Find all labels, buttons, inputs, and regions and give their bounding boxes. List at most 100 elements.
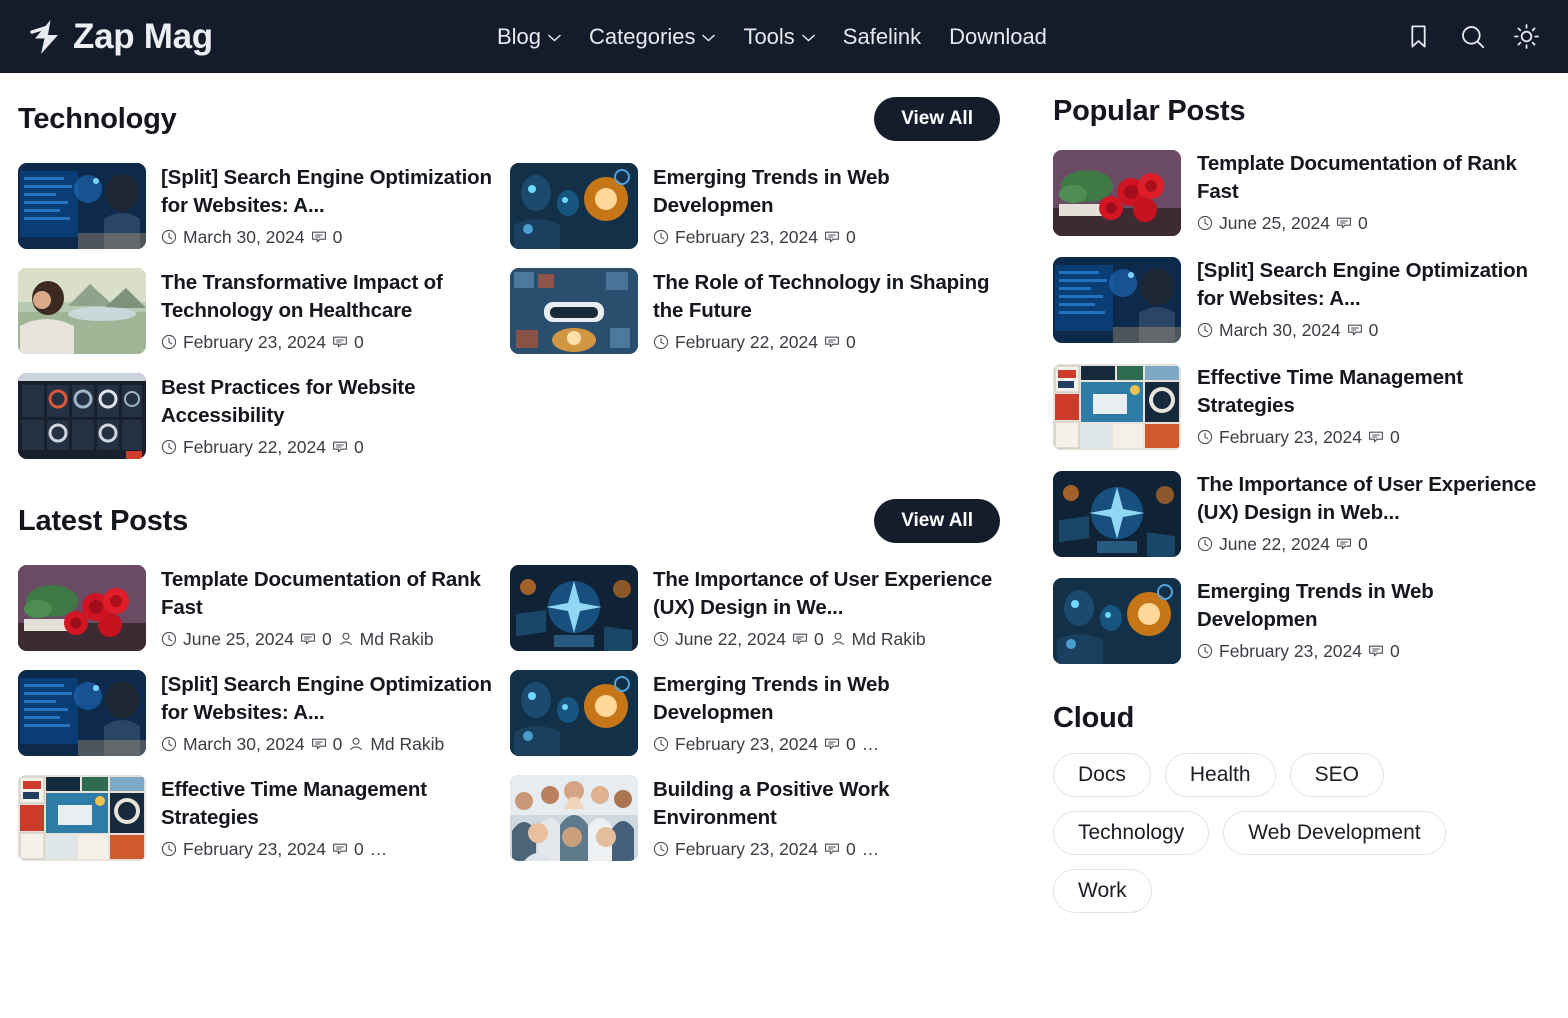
post-comments-count: 0 — [813, 628, 824, 649]
productivity-poster-collage-image — [18, 775, 146, 861]
tag-web-development[interactable]: Web Development — [1223, 811, 1446, 855]
header-icon-group — [1405, 23, 1540, 50]
view-all-button-latest-posts[interactable]: View All — [874, 499, 1000, 543]
post-title[interactable]: Emerging Trends in Web Developmen — [653, 164, 1000, 220]
post-date-text: February 23, 2024 — [1219, 640, 1363, 661]
post-title[interactable]: Template Documentation of Rank Fast — [1197, 150, 1546, 206]
post-comments: 0 — [824, 332, 856, 353]
post-card[interactable]: Emerging Trends in Web Developmen Februa… — [510, 661, 1000, 766]
theme-toggle-sun-icon[interactable] — [1513, 23, 1540, 50]
post-card[interactable]: The Transformative Impact of Technology … — [18, 259, 508, 364]
post-card[interactable]: Effective Time Management Strategies Feb… — [18, 766, 508, 871]
post-title[interactable]: The Transformative Impact of Technology … — [161, 269, 508, 325]
view-all-button-technology[interactable]: View All — [874, 97, 1000, 141]
user-icon — [831, 633, 844, 646]
clock-icon — [1197, 216, 1213, 231]
post-body: The Importance of User Experience (UX) D… — [653, 565, 1000, 650]
bookmark-icon[interactable] — [1405, 23, 1432, 50]
post-comments: 0 — [1336, 534, 1368, 555]
comment-bubble-icon — [1369, 645, 1383, 657]
popular-posts-list: Template Documentation of Rank Fast June… — [1053, 140, 1546, 675]
comment-bubble-icon — [311, 231, 326, 243]
post-title[interactable]: The Role of Technology in Shaping the Fu… — [653, 269, 1000, 325]
post-card[interactable]: Building a Positive Work Environment Feb… — [510, 766, 1000, 871]
post-author-name: Md Rakib — [359, 628, 434, 649]
post-title[interactable]: Emerging Trends in Web Developmen — [653, 671, 1000, 727]
post-comments-count: 0 — [846, 838, 856, 859]
developer-at-monitors-image — [18, 163, 146, 249]
post-body: Effective Time Management Strategies Feb… — [161, 775, 508, 860]
post-title[interactable]: Building a Positive Work Environment — [653, 776, 1000, 832]
clock-icon — [161, 737, 177, 752]
list-item-body: [Split] Search Engine Optimization for W… — [1197, 257, 1546, 341]
tag-work[interactable]: Work — [1053, 869, 1152, 913]
post-meta: February 23, 2024 0 … — [653, 839, 1000, 860]
post-comments: 0 — [311, 734, 342, 755]
list-item[interactable]: Emerging Trends in Web Developmen Februa… — [1053, 568, 1546, 675]
list-item[interactable]: Effective Time Management Strategies Feb… — [1053, 354, 1546, 461]
post-title[interactable]: Template Documentation of Rank Fast — [161, 566, 508, 622]
post-comments: 0 — [824, 734, 856, 755]
post-date-text: March 30, 2024 — [183, 226, 305, 247]
search-icon[interactable] — [1459, 23, 1486, 50]
list-item-body: Effective Time Management Strategies Feb… — [1197, 364, 1546, 448]
post-comments: 0 — [1368, 641, 1400, 662]
nav-label: Safelink — [842, 23, 922, 49]
clock-icon — [161, 440, 177, 455]
post-meta: June 22, 2024 0 — [1197, 534, 1546, 555]
post-date-text: February 23, 2024 — [1219, 426, 1363, 447]
post-card[interactable]: [Split] Search Engine Optimization for W… — [18, 661, 508, 766]
clock-icon — [653, 230, 669, 245]
tag-technology[interactable]: Technology — [1053, 811, 1210, 855]
post-body: Template Documentation of Rank Fast June… — [161, 565, 508, 650]
brand-logo[interactable]: Zap Mag — [30, 17, 213, 57]
post-comments-count: 0 — [1390, 426, 1400, 447]
list-item[interactable]: Template Documentation of Rank Fast June… — [1053, 140, 1546, 247]
nav-item-tools[interactable]: Tools — [743, 24, 815, 50]
post-title[interactable]: Emerging Trends in Web Developmen — [1197, 578, 1546, 634]
list-item[interactable]: The Importance of User Experience (UX) D… — [1053, 461, 1546, 568]
post-title[interactable]: The Importance of User Experience (UX) D… — [653, 566, 1000, 622]
post-card[interactable]: The Role of Technology in Shaping the Fu… — [510, 259, 1000, 364]
post-body: The Role of Technology in Shaping the Fu… — [653, 268, 1000, 353]
post-card[interactable]: Template Documentation of Rank Fast June… — [18, 556, 508, 661]
post-comments-count: 0 — [354, 838, 364, 859]
nav-item-categories[interactable]: Categories — [589, 24, 716, 50]
post-thumbnail — [1053, 364, 1181, 450]
post-comments-count: 0 — [354, 331, 364, 352]
post-comments-count: 0 — [321, 628, 332, 649]
post-title[interactable]: [Split] Search Engine Optimization for W… — [161, 671, 508, 727]
list-item-body: Template Documentation of Rank Fast June… — [1197, 150, 1546, 234]
tag-seo[interactable]: SEO — [1289, 753, 1384, 797]
list-item[interactable]: [Split] Search Engine Optimization for W… — [1053, 247, 1546, 354]
post-title[interactable]: Effective Time Management Strategies — [1197, 364, 1546, 420]
post-author: Md Rakib — [348, 734, 444, 755]
post-title[interactable]: The Importance of User Experience (UX) D… — [1197, 471, 1546, 527]
post-date-text: March 30, 2024 — [1219, 319, 1341, 340]
post-comments-count: 0 — [846, 733, 856, 754]
post-thumbnail — [18, 373, 146, 459]
tag-docs[interactable]: Docs — [1053, 753, 1151, 797]
post-card[interactable]: Emerging Trends in Web Developmen Februa… — [510, 154, 1000, 259]
comment-bubble-icon — [825, 738, 839, 750]
post-title[interactable]: [Split] Search Engine Optimization for W… — [161, 164, 508, 220]
post-date: February 23, 2024 — [653, 227, 818, 248]
post-card[interactable]: [Split] Search Engine Optimization for W… — [18, 154, 508, 259]
post-title[interactable]: Effective Time Management Strategies — [161, 776, 508, 832]
post-body: Emerging Trends in Web Developmen Februa… — [653, 670, 1000, 755]
post-thumbnail — [1053, 578, 1181, 664]
tag-health[interactable]: Health — [1164, 753, 1276, 797]
post-title[interactable]: [Split] Search Engine Optimization for W… — [1197, 257, 1546, 313]
post-title[interactable]: Best Practices for Website Accessibility — [161, 374, 508, 430]
sidebar-title-cloud: Cloud — [1053, 702, 1135, 734]
nav-item-blog[interactable]: Blog — [497, 24, 561, 50]
nav-item-safelink[interactable]: Safelink — [843, 24, 921, 50]
post-card[interactable]: The Importance of User Experience (UX) D… — [510, 556, 1000, 661]
post-date: February 23, 2024 — [161, 332, 326, 353]
nav-item-download[interactable]: Download — [949, 24, 1047, 50]
post-thumbnail — [510, 670, 638, 756]
post-comments-count: 0 — [1357, 533, 1368, 554]
sidebar-title-popular-posts: Popular Posts — [1053, 95, 1246, 127]
post-card[interactable]: Best Practices for Website Accessibility… — [18, 364, 508, 469]
vr-headset-collage-image — [510, 268, 638, 354]
